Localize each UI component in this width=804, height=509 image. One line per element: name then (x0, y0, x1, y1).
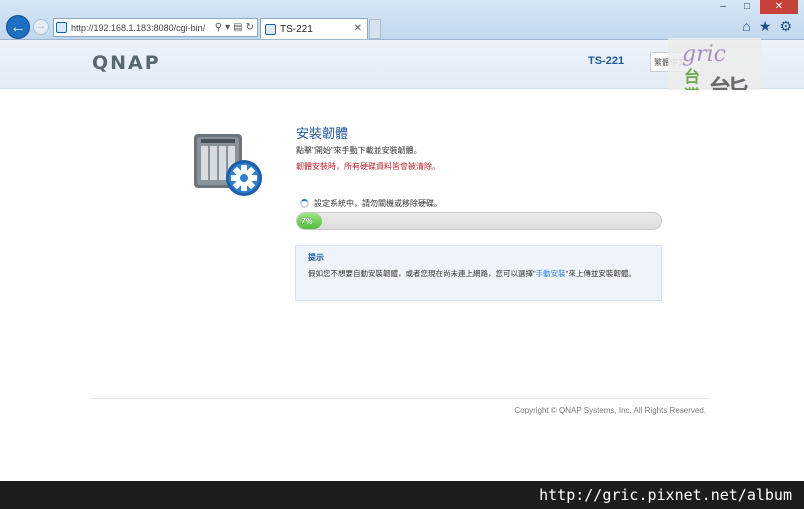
install-description: 點擊"開始"來手動下載並安裝韌體。 (296, 146, 422, 155)
new-tab-button[interactable] (369, 19, 381, 39)
tip-text-after: "來上傳並安裝韌體。 (565, 269, 636, 278)
model-name: TS-221 (588, 55, 625, 67)
manual-install-link[interactable]: 手動安裝 (536, 269, 566, 278)
page-title: 安裝韌體 (296, 126, 349, 141)
arrow-left-icon: ← (10, 19, 26, 36)
browser-chrome: – □ ✕ ← → http://192.168.1.183:8080/cgi-… (0, 0, 804, 40)
back-button[interactable]: ← (6, 15, 30, 39)
warning-text: 韌體安裝時，所有硬碟資料皆會被清除。 (296, 162, 440, 171)
close-window-button[interactable]: ✕ (760, 0, 798, 14)
window-controls: – □ ✕ (712, 0, 798, 14)
arrow-right-icon: → (36, 21, 46, 32)
loading-spinner-icon (300, 199, 309, 208)
address-bar[interactable]: http://192.168.1.183:8080/cgi-bin/ ⚲ ▾ ▤… (53, 18, 258, 37)
home-icon[interactable]: ⌂ (742, 18, 750, 35)
refresh-icon[interactable]: ↻ (246, 22, 254, 33)
tip-title: 提示 (308, 253, 324, 262)
address-tools: ⚲ ▾ ▤ ↻ (215, 22, 257, 33)
browser-tab[interactable]: TS-221 ✕ (260, 18, 368, 39)
progress-label: 7% (301, 216, 313, 226)
browser-right-icons: ⌂ ★ ⚙ (742, 18, 792, 35)
tab-favicon-icon (265, 23, 276, 35)
progress-bar: 7% (296, 212, 662, 230)
banner-url: http://gric.pixnet.net/album (539, 486, 792, 504)
forward-button[interactable]: → (33, 19, 49, 35)
status-line: 設定系統中，請勿關機或移除硬碟。 (300, 198, 442, 209)
tab-title: TS-221 (280, 23, 313, 35)
compat-view-icon[interactable]: ▤ (233, 22, 242, 33)
progress-fill: 7% (297, 213, 323, 229)
search-icon[interactable]: ⚲ (215, 22, 222, 33)
address-text[interactable]: http://192.168.1.183:8080/cgi-bin/ (71, 23, 215, 33)
gear-icon[interactable]: ⚙ (779, 18, 792, 35)
copyright-text: Copyright © QNAP Systems, Inc. All Right… (514, 406, 706, 415)
maximize-button[interactable]: □ (736, 0, 758, 14)
bottom-banner: http://gric.pixnet.net/album (0, 481, 804, 509)
favorites-star-icon[interactable]: ★ (759, 18, 772, 35)
tip-text: 假如您不想要自動安裝韌體，或者您現在尚未連上網路，您可以選擇"手動安裝"來上傳並… (308, 268, 653, 279)
qnap-logo: QNAP (92, 52, 161, 74)
footer-divider (90, 398, 710, 399)
close-tab-icon[interactable]: ✕ (354, 23, 362, 34)
tip-box: 提示 假如您不想要自動安裝韌體，或者您現在尚未連上網路，您可以選擇"手動安裝"來… (295, 245, 662, 301)
site-favicon-icon (56, 22, 67, 33)
main-content: 安裝韌體 點擊"開始"來手動下載並安裝韌體。 韌體安裝時，所有硬碟資料皆會被清除… (0, 90, 804, 480)
nas-gear-icon (194, 134, 262, 196)
tip-text-before: 假如您不想要自動安裝韌體，或者您現在尚未連上網路，您可以選擇" (308, 269, 536, 278)
dropdown-icon[interactable]: ▾ (225, 22, 230, 33)
status-text: 設定系統中，請勿關機或移除硬碟。 (314, 199, 442, 208)
minimize-button[interactable]: – (712, 0, 734, 14)
